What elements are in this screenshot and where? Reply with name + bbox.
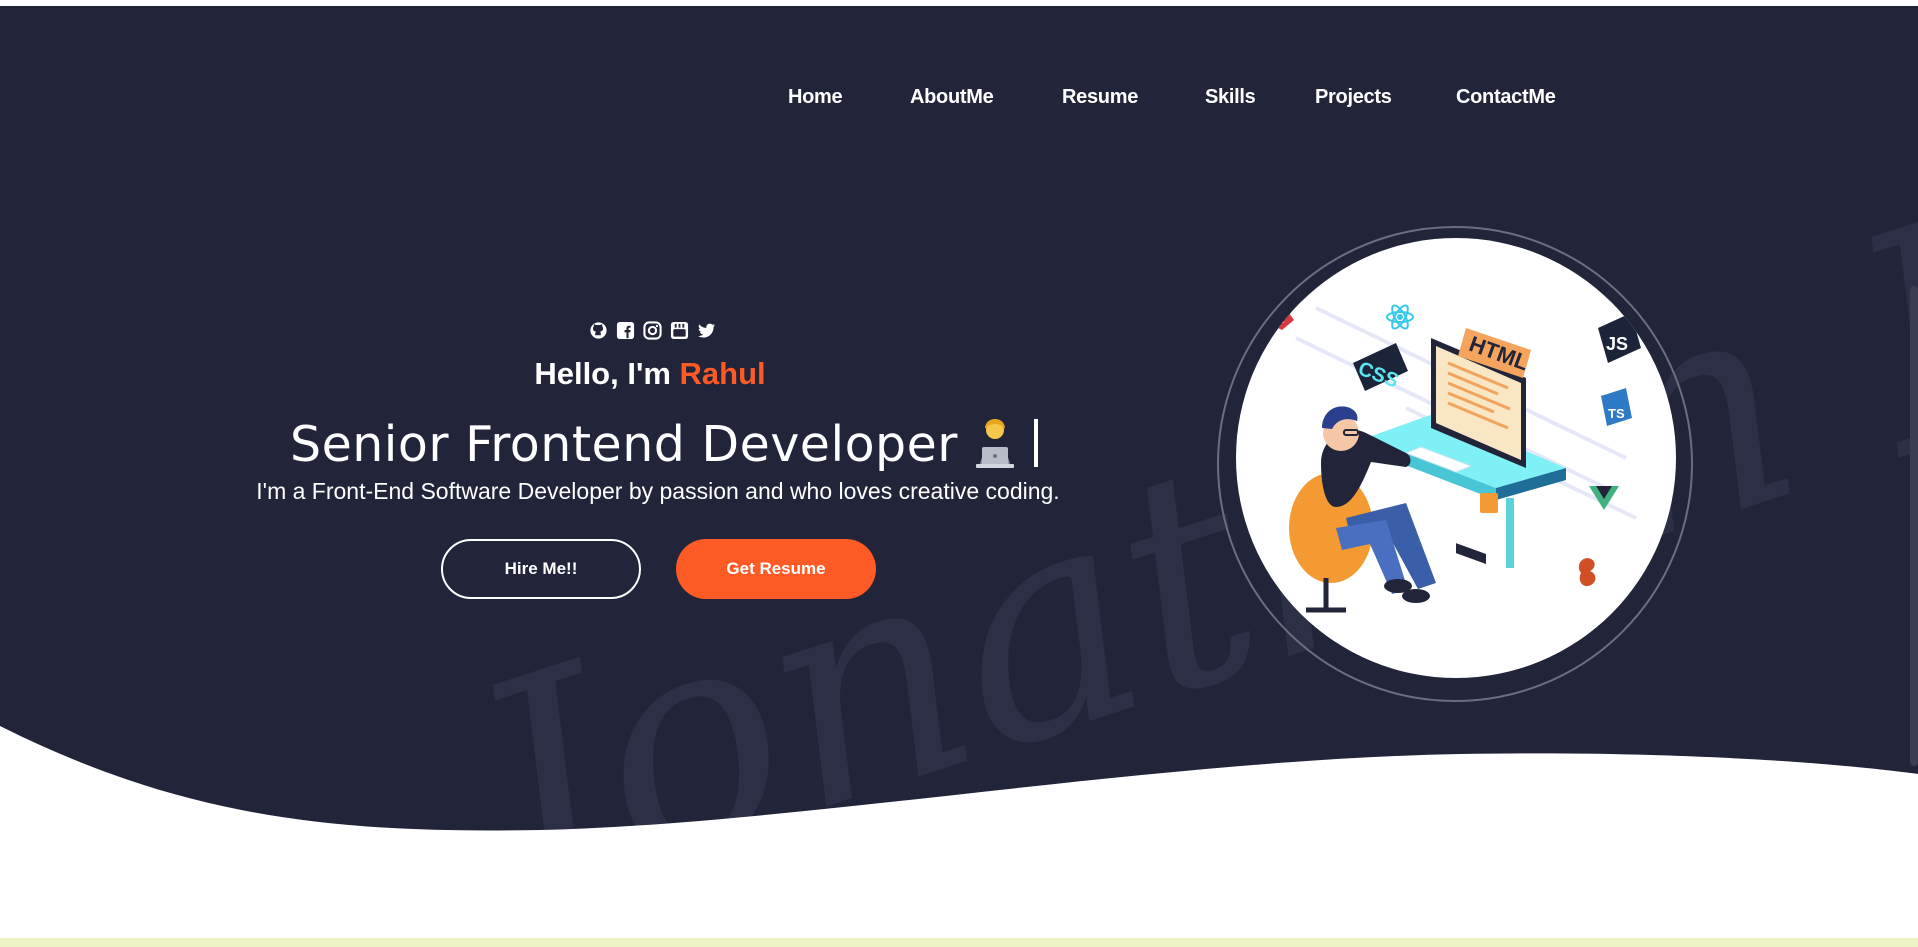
svg-text:JS: JS: [1606, 334, 1628, 354]
profile-illustration: CSS HTML JS TS A: [1236, 238, 1676, 678]
role-text: Senior Frontend Developer: [290, 416, 958, 473]
instagram-icon[interactable]: [643, 321, 662, 340]
hire-me-button[interactable]: Hire Me!!: [441, 539, 641, 599]
greeting-text: Hello, I'm: [534, 356, 671, 391]
main-nav: Home AboutMe Resume Skills Projects Cont…: [0, 86, 1918, 116]
svg-text:TS: TS: [1608, 406, 1625, 421]
page-scrollbar[interactable]: [1910, 286, 1918, 766]
nav-aboutme[interactable]: AboutMe: [910, 86, 994, 109]
github-icon[interactable]: [589, 321, 608, 340]
hero-section: Jonathan D Home AboutMe Resume Skills Pr…: [0, 6, 1918, 848]
technologist-emoji-icon: [975, 419, 1014, 468]
nav-skills[interactable]: Skills: [1205, 86, 1256, 109]
nav-home[interactable]: Home: [788, 86, 843, 109]
nav-contactme[interactable]: ContactMe: [1456, 86, 1556, 109]
hero-wave: [0, 726, 1918, 848]
next-section-edge: [0, 938, 1918, 947]
youtube-icon[interactable]: [670, 321, 689, 340]
twitter-icon[interactable]: [697, 321, 716, 340]
hero-role: Senior Frontend Developer: [290, 416, 1038, 473]
hero-tagline: I'm a Front-End Software Developer by pa…: [256, 478, 1060, 504]
typing-cursor: [1033, 419, 1038, 467]
nav-projects[interactable]: Projects: [1315, 86, 1392, 109]
nav-resume[interactable]: Resume: [1062, 86, 1138, 109]
social-icons: [589, 321, 716, 341]
hero-name: Rahul: [679, 356, 766, 391]
hero-greeting: Hello, I'm Rahul: [0, 356, 1300, 392]
facebook-icon[interactable]: [616, 321, 635, 340]
get-resume-button[interactable]: Get Resume: [676, 539, 876, 599]
